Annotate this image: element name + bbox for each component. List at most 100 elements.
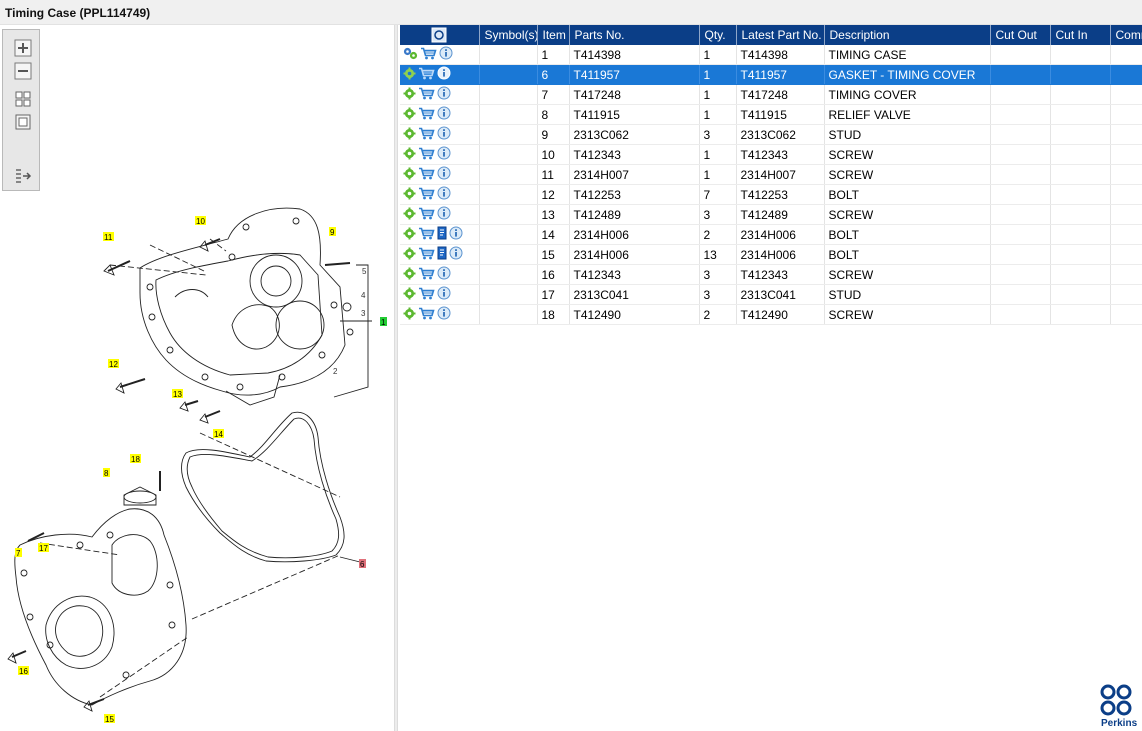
- column-header-comment[interactable]: Comment: [1110, 25, 1142, 45]
- svg-text:14: 14: [214, 430, 223, 439]
- cut-in-cell: [1050, 304, 1111, 325]
- gear-icon: [403, 167, 416, 183]
- parts-no-cell: T412489: [569, 204, 700, 225]
- column-header-select[interactable]: [400, 25, 480, 45]
- fit-page-button[interactable]: [14, 113, 32, 131]
- cart-icon[interactable]: [418, 307, 435, 323]
- svg-text:1: 1: [381, 318, 386, 327]
- table-row[interactable]: 18 T412490 2 T412490 SCREW: [400, 304, 1142, 325]
- toggle-pane-button[interactable]: [14, 166, 32, 184]
- cart-icon[interactable]: [418, 67, 435, 83]
- table-row[interactable]: 10 T412343 1 T412343 SCREW: [400, 144, 1142, 165]
- table-row[interactable]: 13 T412489 3 T412489 SCREW: [400, 204, 1142, 225]
- table-row[interactable]: 11 2314H007 1 2314H007 SCREW: [400, 164, 1142, 185]
- column-header-cut-in[interactable]: Cut In: [1050, 25, 1111, 45]
- qty-cell: 1: [699, 64, 737, 85]
- cart-icon[interactable]: [418, 107, 435, 123]
- table-row[interactable]: 6 T411957 1 T411957 GASKET - TIMING COVER: [400, 64, 1142, 85]
- latest-part-no-cell: T412253: [736, 184, 825, 205]
- table-row[interactable]: 15 2314H006 13 2314H006 BOLT: [400, 244, 1142, 265]
- cart-icon[interactable]: [418, 287, 435, 303]
- item-cell: 7: [537, 84, 570, 105]
- cart-icon[interactable]: [418, 167, 435, 183]
- cart-icon[interactable]: [418, 207, 435, 223]
- pane-splitter[interactable]: [394, 25, 398, 731]
- zoom-out-button[interactable]: [14, 62, 32, 80]
- column-header-cut-out[interactable]: Cut Out: [990, 25, 1051, 45]
- comment-cell: [1110, 304, 1142, 325]
- fit-all-button[interactable]: [14, 90, 32, 108]
- exploded-diagram[interactable]: 10 11 9 5 4 1 3 12 2 13 14 18 8 17 7 6 1…: [0, 25, 394, 731]
- info-icon[interactable]: [437, 106, 451, 123]
- window-title: Timing Case (PPL114749): [5, 6, 151, 20]
- assembly-gears-icon: [403, 47, 418, 63]
- row-action-icons: [400, 244, 480, 265]
- table-row[interactable]: 7 T417248 1 T417248 TIMING COVER: [400, 84, 1142, 105]
- cart-icon[interactable]: [418, 147, 435, 163]
- svg-text:5: 5: [362, 267, 367, 276]
- gear-icon: [403, 187, 416, 203]
- info-icon[interactable]: [437, 266, 451, 283]
- column-header-parts-no[interactable]: Parts No.: [569, 25, 700, 45]
- latest-part-no-cell: T412343: [736, 264, 825, 285]
- info-icon[interactable]: [449, 226, 463, 243]
- svg-text:9: 9: [330, 228, 335, 237]
- latest-part-no-cell: T412490: [736, 304, 825, 325]
- diagram-pane[interactable]: 10 11 9 5 4 1 3 12 2 13 14 18 8 17 7 6 1…: [0, 25, 394, 731]
- parts-no-cell: 2314H006: [569, 244, 700, 265]
- table-row[interactable]: 17 2313C041 3 2313C041 STUD: [400, 284, 1142, 305]
- column-header-description[interactable]: Description: [824, 25, 991, 45]
- table-row[interactable]: 9 2313C062 3 2313C062 STUD: [400, 124, 1142, 145]
- parts-no-cell: T411957: [569, 64, 700, 85]
- cut-out-cell: [990, 104, 1051, 125]
- info-icon[interactable]: [437, 86, 451, 103]
- callout-labels: 10 11 9 5 4 1 3 12 2 13 14 18 8 17 7 6 1…: [15, 216, 387, 724]
- list-arrow-icon: [16, 169, 32, 183]
- info-icon[interactable]: [437, 206, 451, 223]
- column-header-qty[interactable]: Qty.: [699, 25, 737, 45]
- cart-icon[interactable]: [418, 87, 435, 103]
- document-icon[interactable]: [437, 226, 447, 243]
- info-icon[interactable]: [449, 246, 463, 263]
- info-icon[interactable]: [437, 66, 451, 83]
- info-icon[interactable]: [437, 186, 451, 203]
- column-header-symbols[interactable]: Symbol(s): [479, 25, 538, 45]
- svg-text:11: 11: [104, 233, 113, 242]
- cart-icon[interactable]: [418, 187, 435, 203]
- table-row[interactable]: 16 T412343 3 T412343 SCREW: [400, 264, 1142, 285]
- latest-part-no-cell: T411915: [736, 104, 825, 125]
- square-icon: [15, 114, 31, 130]
- cart-icon[interactable]: [420, 47, 437, 63]
- info-icon[interactable]: [437, 126, 451, 143]
- description-cell: SCREW: [824, 204, 991, 225]
- row-action-icons: [400, 284, 480, 305]
- latest-part-no-cell: T411957: [736, 64, 825, 85]
- cart-icon[interactable]: [418, 247, 435, 263]
- cut-out-cell: [990, 204, 1051, 225]
- parts-no-cell: T412490: [569, 304, 700, 325]
- table-row[interactable]: 14 2314H006 2 2314H006 BOLT: [400, 224, 1142, 245]
- info-icon[interactable]: [437, 166, 451, 183]
- zoom-in-button[interactable]: [14, 39, 32, 57]
- parts-no-cell: T412343: [569, 264, 700, 285]
- info-icon[interactable]: [437, 306, 451, 323]
- parts-no-cell: T412253: [569, 184, 700, 205]
- cart-icon[interactable]: [418, 227, 435, 243]
- table-row[interactable]: 12 T412253 7 T412253 BOLT: [400, 184, 1142, 205]
- info-icon[interactable]: [437, 146, 451, 163]
- comment-cell: [1110, 224, 1142, 245]
- document-icon[interactable]: [437, 246, 447, 263]
- table-row[interactable]: 8 T411915 1 T411915 RELIEF VALVE: [400, 104, 1142, 125]
- cut-in-cell: [1050, 124, 1111, 145]
- column-header-item[interactable]: Item: [537, 25, 570, 45]
- timing-case-outline: [139, 207, 346, 396]
- info-icon[interactable]: [437, 286, 451, 303]
- info-icon[interactable]: [439, 46, 453, 63]
- cart-icon[interactable]: [418, 267, 435, 283]
- table-row[interactable]: 1 T414398 1 T414398 TIMING CASE: [400, 45, 1142, 65]
- svg-text:17: 17: [39, 544, 48, 553]
- row-action-icons: [400, 164, 480, 185]
- diagram-toolbar: [2, 29, 40, 191]
- column-header-latest-part-no[interactable]: Latest Part No.: [736, 25, 825, 45]
- cart-icon[interactable]: [418, 127, 435, 143]
